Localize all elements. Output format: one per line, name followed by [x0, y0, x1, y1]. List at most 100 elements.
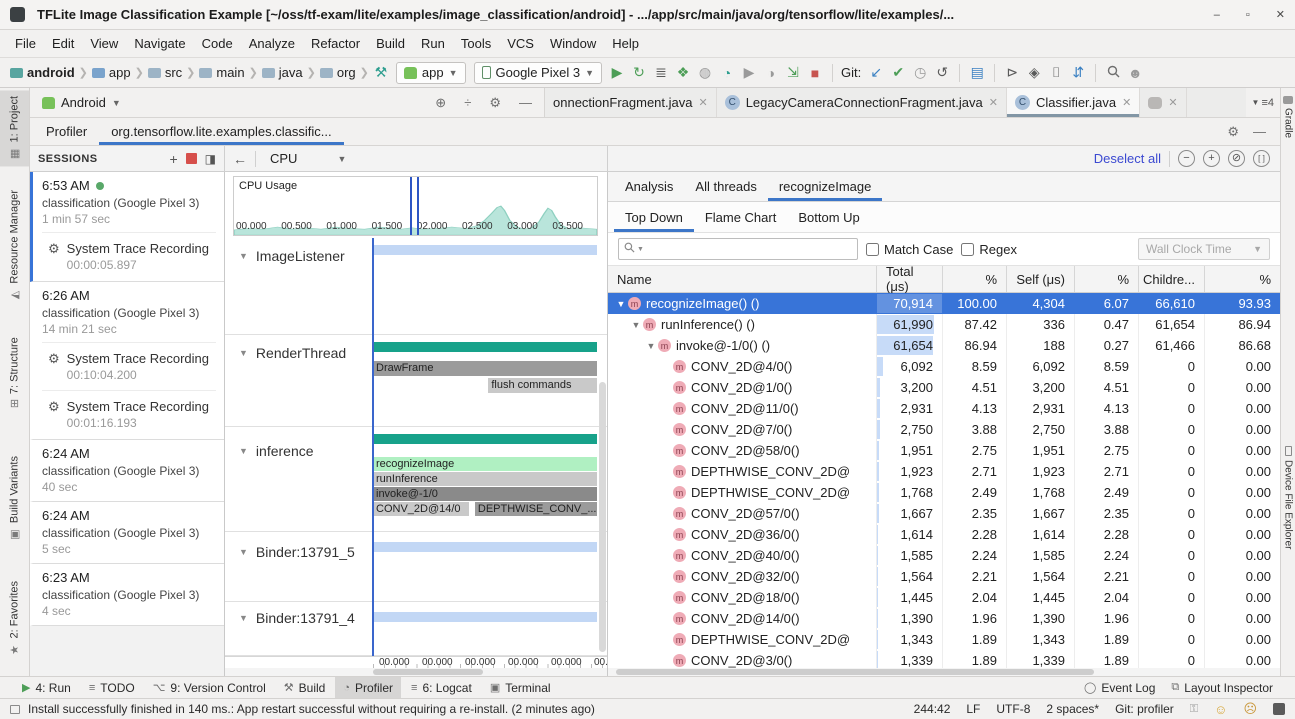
breadcrumb-item-main[interactable]: main	[199, 65, 244, 80]
session-item[interactable]: 6:26 AMclassification (Google Pixel 3)14…	[30, 282, 224, 440]
coverage-icon[interactable]: ◍	[694, 64, 716, 81]
hide-panel-icon[interactable]: —	[513, 95, 538, 110]
table-row[interactable]: mCONV_2D@4/0()6,0928.596,0928.5900.00	[608, 356, 1280, 377]
table-row[interactable]: mCONV_2D@18/0()1,4452.041,4452.0400.00	[608, 587, 1280, 608]
column-header-2[interactable]: %	[942, 266, 1006, 292]
line-ending-indicator[interactable]: LF	[966, 702, 980, 716]
editor-tab-extra[interactable]: ✕	[1140, 88, 1186, 117]
stop-icon[interactable]: ■	[804, 65, 826, 81]
git-branch-indicator[interactable]: Git: profiler	[1115, 702, 1174, 716]
deselect-all-link[interactable]: Deselect all	[1094, 151, 1161, 166]
thread-name[interactable]: ▼ImageListener	[239, 248, 345, 264]
zoom-in-button[interactable]: +	[1203, 150, 1220, 167]
table-row[interactable]: mDEPTHWISE_CONV_2D@1,7682.491,7682.4900.…	[608, 482, 1280, 503]
hide-panel-icon[interactable]: —	[1253, 124, 1266, 139]
menu-item-file[interactable]: File	[8, 33, 43, 54]
close-icon[interactable]: ✕	[698, 96, 707, 109]
table-row[interactable]: mDEPTHWISE_CONV_2D@1,9232.711,9232.7100.…	[608, 461, 1280, 482]
sidebar-item-build-variants[interactable]: ▣Build Variants	[0, 450, 29, 547]
toolwindow-button-6-logcat[interactable]: ≡6: Logcat	[403, 677, 480, 698]
gear-icon[interactable]: ⚙	[483, 95, 507, 111]
expand-arrow-icon[interactable]: ▼	[644, 341, 658, 351]
sad-face-icon[interactable]: ☹	[1243, 701, 1257, 717]
close-button[interactable]: ✕	[1276, 8, 1285, 21]
menu-item-view[interactable]: View	[83, 33, 125, 54]
table-scrollbar[interactable]	[608, 668, 1280, 676]
table-row[interactable]: ▼mrecognizeImage() ()70,914100.004,3046.…	[608, 293, 1280, 314]
sync-gradle-icon[interactable]: ⇵	[1067, 64, 1089, 81]
sidebar-item-resource-manager[interactable]: ◭Resource Manager	[0, 184, 29, 308]
thread-name[interactable]: ▼inference	[239, 443, 314, 459]
thread-state-bar[interactable]	[373, 542, 597, 552]
trace-event-runinference[interactable]: runInference	[373, 472, 597, 486]
profiler-tab-profiler[interactable]: Profiler	[34, 118, 99, 145]
close-icon[interactable]: ✕	[989, 96, 998, 109]
thread-name[interactable]: ▼RenderThread	[239, 345, 346, 361]
stop-recording-icon[interactable]	[186, 153, 197, 164]
gradle-daemon-icon[interactable]	[1273, 703, 1285, 715]
attach-debugger-icon[interactable]: ◑	[760, 65, 782, 81]
lock-icon[interactable]: ⚿	[1190, 703, 1198, 716]
toolwindow-button-build[interactable]: ⚒Build	[276, 677, 334, 698]
apply-changes-icon[interactable]: ↻	[628, 64, 650, 81]
column-header-5[interactable]: Childre...	[1138, 266, 1204, 292]
profiler-tab-org-tensorflow-lite-examples-classific-[interactable]: org.tensorflow.lite.examples.classific..…	[99, 118, 343, 145]
profile-icon[interactable]: ◔	[716, 65, 738, 81]
subtab-flame-chart[interactable]: Flame Chart	[694, 202, 788, 232]
thread-name[interactable]: ▼Binder:13791_4	[239, 610, 355, 626]
table-row[interactable]: mCONV_2D@58/0()1,9512.751,9512.7500.00	[608, 440, 1280, 461]
menu-item-help[interactable]: Help	[605, 33, 646, 54]
table-row[interactable]: mCONV_2D@11/0()2,9314.132,9314.1300.00	[608, 398, 1280, 419]
trace-event-flush-commands[interactable]: flush commands	[488, 378, 597, 393]
tab-all-threads[interactable]: All threads	[684, 172, 767, 201]
close-icon[interactable]: ✕	[1122, 96, 1131, 109]
toolwindow-button-4-run[interactable]: ▶4: Run	[14, 677, 79, 698]
menu-item-build[interactable]: Build	[369, 33, 412, 54]
tab-analysis[interactable]: Analysis	[614, 172, 684, 201]
sidebar-item-7-structure[interactable]: ⊞7: Structure	[0, 331, 29, 414]
breadcrumb-item-src[interactable]: src	[148, 65, 182, 80]
menu-item-refactor[interactable]: Refactor	[304, 33, 367, 54]
trace-recording-item[interactable]: ⚙System Trace Recording00:00:05.897	[42, 232, 216, 274]
selection-end-line[interactable]	[417, 177, 419, 235]
table-row[interactable]: mCONV_2D@14/0()1,3901.961,3901.9600.00	[608, 608, 1280, 629]
sdk-manager-icon[interactable]: ⌷	[1045, 64, 1067, 81]
avatar[interactable]: ☻	[1124, 65, 1146, 81]
thread-state-bar[interactable]	[373, 434, 597, 444]
breadcrumb-item-org[interactable]: org	[320, 65, 356, 80]
table-row[interactable]: mCONV_2D@3/0()1,3391.891,3391.8900.00	[608, 650, 1280, 668]
session-item[interactable]: 6:24 AMclassification (Google Pixel 3)5 …	[30, 502, 224, 564]
happy-face-icon[interactable]: ☺	[1214, 702, 1227, 717]
subtab-top-down[interactable]: Top Down	[614, 202, 694, 232]
trace-event-depthwise-conv-[interactable]: DEPTHWISE_CONV_...	[475, 502, 597, 516]
table-row[interactable]: mCONV_2D@36/0()1,6142.281,6142.2800.00	[608, 524, 1280, 545]
toolwindow-button-layout-inspector[interactable]: ⧉Layout Inspector	[1163, 677, 1281, 698]
breadcrumb-item-app[interactable]: app	[92, 65, 131, 80]
caret-position[interactable]: 244:42	[914, 702, 951, 716]
reset-zoom-button[interactable]: ⊘	[1228, 150, 1245, 167]
zoom-out-button[interactable]: −	[1178, 150, 1195, 167]
trace-event-invoke-1-0[interactable]: invoke@-1/0	[373, 487, 597, 501]
add-session-icon[interactable]: +	[169, 151, 177, 167]
match-case-box[interactable]	[866, 243, 879, 256]
trace-recording-item[interactable]: ⚙System Trace Recording00:10:04.200	[42, 342, 216, 384]
thread-state-bar[interactable]	[373, 245, 597, 255]
device-select[interactable]: Google Pixel 3 ▼	[474, 62, 602, 84]
table-row[interactable]: mCONV_2D@1/0()3,2004.513,2004.5100.00	[608, 377, 1280, 398]
apply-code-changes-icon[interactable]: ≣	[650, 64, 672, 81]
editor-tab-legacycameraconnectionfragment-java[interactable]: CLegacyCameraConnectionFragment.java✕	[717, 88, 1007, 117]
minimize-button[interactable]: –	[1214, 9, 1220, 21]
collapse-sessions-icon[interactable]: ◨	[205, 152, 216, 166]
breadcrumb-item-android[interactable]: android	[10, 65, 75, 80]
back-icon[interactable]: ←	[233, 151, 247, 167]
device-manager-icon[interactable]: ◈	[1023, 64, 1045, 81]
timeline-scrollbar[interactable]	[225, 668, 607, 676]
close-icon[interactable]: ✕	[1168, 96, 1177, 109]
search-input[interactable]: ▼	[618, 238, 858, 260]
sidebar-item-gradle[interactable]: Gradle	[1281, 96, 1295, 138]
column-header-1[interactable]: Total (μs)	[876, 266, 942, 292]
session-item[interactable]: 6:53 AMclassification (Google Pixel 3)1 …	[30, 172, 224, 282]
table-row[interactable]: mDEPTHWISE_CONV_2D@1,3431.891,3431.8900.…	[608, 629, 1280, 650]
status-message[interactable]: Install successfully finished in 140 ms.…	[28, 702, 595, 716]
table-row[interactable]: mCONV_2D@7/0()2,7503.882,7503.8800.00	[608, 419, 1280, 440]
